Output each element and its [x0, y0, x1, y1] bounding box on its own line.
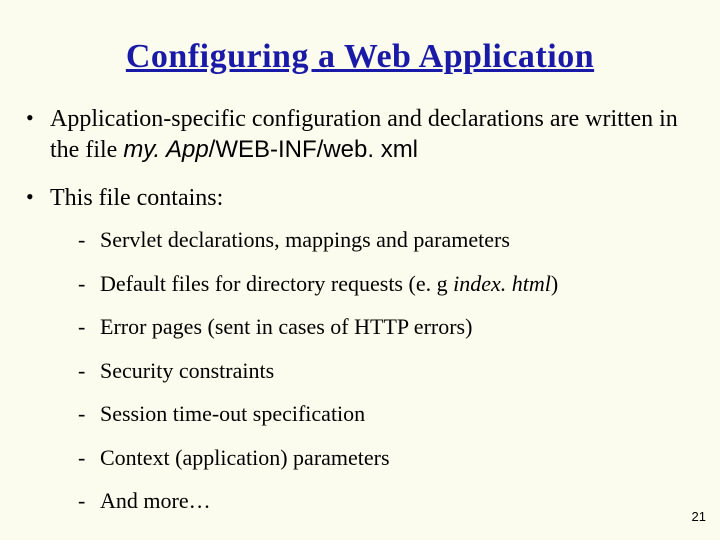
sub-text: Session time-out specification: [100, 401, 365, 426]
sub-item: And more…: [78, 487, 698, 515]
sub-item: Context (application) parameters: [78, 444, 698, 472]
sub-item: Error pages (sent in cases of HTTP error…: [78, 313, 698, 341]
slide-title: Configuring a Web Application: [22, 38, 698, 76]
page-number: 21: [692, 509, 706, 524]
code-path: my. App/WEB-INF/web. xml: [123, 136, 418, 163]
code-path-ital: my. App: [123, 136, 208, 163]
sub-list: Servlet declarations, mappings and param…: [50, 226, 698, 515]
sub-item: Default files for directory requests (e.…: [78, 270, 698, 298]
bullet-item: This file contains: Servlet declarations…: [22, 183, 698, 514]
sub-text: Default files for directory requests (e.…: [100, 271, 453, 296]
sub-item: Session time-out specification: [78, 400, 698, 428]
sub-text: Security constraints: [100, 358, 274, 383]
bullet-text: This file contains:: [50, 185, 223, 211]
slide: Configuring a Web Application Applicatio…: [0, 0, 720, 540]
sub-text-post: ): [551, 271, 558, 296]
code-path-rest: /WEB-INF/web. xml: [209, 136, 418, 163]
bullet-list: Application-specific configuration and d…: [22, 104, 698, 515]
sub-text: Context (application) parameters: [100, 445, 390, 470]
sub-text: Servlet declarations, mappings and param…: [100, 227, 510, 252]
sub-text: And more…: [100, 488, 211, 513]
sub-item: Security constraints: [78, 357, 698, 385]
sub-text: Error pages (sent in cases of HTTP error…: [100, 314, 472, 339]
bullet-item: Application-specific configuration and d…: [22, 104, 698, 165]
example-file: index. html: [453, 271, 551, 296]
sub-item: Servlet declarations, mappings and param…: [78, 226, 698, 254]
